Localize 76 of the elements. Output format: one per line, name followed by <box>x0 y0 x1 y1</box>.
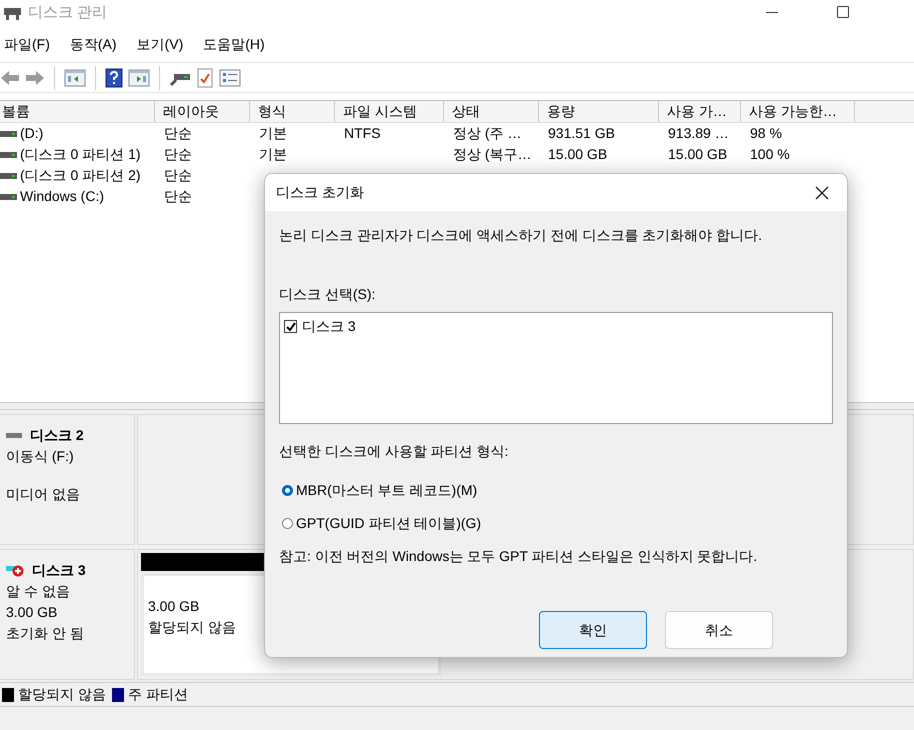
maximize-icon[interactable] <box>837 6 849 18</box>
radio-label[interactable]: MBR(마스터 부트 레코드)(M) <box>296 480 478 501</box>
column-header[interactable]: 용량 <box>539 101 659 122</box>
column-header[interactable]: 사용 가능한… <box>741 101 855 122</box>
disk-type: 알 수 없음 <box>6 582 71 601</box>
table-cell-text: 단순 <box>164 187 192 206</box>
note-text: 참고: 이전 버전의 Windows는 모두 GPT 파티션 스타일은 인식하지 못합니다. <box>279 547 758 566</box>
checkbox[interactable] <box>284 320 297 333</box>
disk-label-panel[interactable]: 디스크 3 알 수 없음 3.00 GB 초기화 안 됨 <box>0 549 135 680</box>
menu-item[interactable]: 동작(A) <box>70 34 117 54</box>
table-cell-text: 단순 <box>164 145 192 164</box>
close-icon[interactable] <box>815 186 829 200</box>
table-cell-text: 정상 (복구… <box>453 145 532 164</box>
table-cell-text: 단순 <box>164 166 192 185</box>
disk-size: 3.00 GB <box>6 603 58 622</box>
table-cell-text: 정상 (주 … <box>453 124 522 143</box>
checklist-icon[interactable] <box>219 68 241 86</box>
radio-label[interactable]: GPT(GUID 파티션 테이블)(G) <box>296 513 482 534</box>
disk-type: 이동식 (F:) <box>6 447 75 466</box>
field-label: 선택한 디스크에 사용할 파티션 형식: <box>279 442 510 461</box>
column-header[interactable]: 파일 시스템 <box>335 101 444 122</box>
drive-icon <box>0 194 17 200</box>
table-cell-text: Windows (C:) <box>20 187 104 206</box>
table-cell-text: 100 % <box>750 145 790 164</box>
table-cell-text: 기본 <box>259 124 287 143</box>
ok-button[interactable]: 확인 <box>539 611 647 649</box>
column-header[interactable]: 볼륨 <box>0 101 155 122</box>
checked-document-icon[interactable] <box>196 68 214 88</box>
radio-button[interactable] <box>282 485 293 496</box>
radio-button[interactable] <box>282 518 293 529</box>
table-cell-text: 단순 <box>164 124 192 143</box>
cancel-button[interactable]: 취소 <box>665 611 773 649</box>
disk-list[interactable]: 디스크 3 <box>279 312 833 424</box>
help-icon[interactable] <box>105 68 123 88</box>
table-cell-text: 931.51 GB <box>548 124 615 143</box>
column-header[interactable]: 형식 <box>250 101 335 122</box>
drive-icon <box>6 433 22 438</box>
disk-status: 미디어 없음 <box>6 485 81 504</box>
drive-icon <box>0 130 17 136</box>
partition-size: 3.00 GB <box>148 597 200 616</box>
menu-item[interactable]: 파일(F) <box>4 34 50 54</box>
column-header[interactable]: 사용 가… <box>659 101 741 122</box>
dialog-message: 논리 디스크 관리자가 디스크에 액세스하기 전에 디스크를 초기화해야 합니다. <box>279 226 764 245</box>
partition-status: 할당되지 않음 <box>148 618 237 637</box>
list-item[interactable]: 디스크 3 <box>302 316 356 337</box>
disk-drive-icon <box>3 5 22 21</box>
column-header[interactable]: 레이아웃 <box>155 101 250 122</box>
back-arrow-icon[interactable] <box>0 68 20 86</box>
table-cell-text: 15.00 GB <box>548 145 608 164</box>
menu-item[interactable]: 도움말(H) <box>203 34 265 54</box>
table-cell-text: (디스크 0 파티션 1) <box>20 145 141 164</box>
table-cell-text: 913.89 … <box>668 124 729 143</box>
action-pane-icon[interactable] <box>128 68 150 86</box>
drive-icon <box>0 172 17 178</box>
minimize-icon[interactable] <box>766 12 778 14</box>
window-title: 디스크 관리 <box>28 2 108 23</box>
legend-label: 할당되지 않음 <box>18 685 106 704</box>
dialog-title: 디스크 초기화 <box>276 183 364 202</box>
table-cell-text: (D:) <box>20 124 44 143</box>
drive-icon <box>0 152 17 158</box>
forward-arrow-icon[interactable] <box>25 68 45 86</box>
table-cell-text: NTFS <box>344 124 381 143</box>
disk-error-icon <box>6 564 24 576</box>
disk-status: 초기화 안 됨 <box>6 624 85 643</box>
disk-name: 디스크 2 <box>30 426 84 445</box>
table-cell-text: (디스크 0 파티션 2) <box>20 166 141 185</box>
field-label: 디스크 선택(S): <box>279 285 376 304</box>
column-header[interactable]: 상태 <box>444 101 539 122</box>
console-tree-icon[interactable] <box>64 68 86 86</box>
table-cell-text: 15.00 GB <box>668 145 728 164</box>
disk-name: 디스크 3 <box>32 561 86 580</box>
disk-label-panel[interactable]: 디스크 2 이동식 (F:) 미디어 없음 <box>0 414 135 545</box>
table-cell-text: 기본 <box>259 145 287 164</box>
menu-item[interactable]: 보기(V) <box>136 34 184 54</box>
legend-label: 주 파티션 <box>128 685 188 704</box>
table-cell-text: 98 % <box>750 124 782 143</box>
